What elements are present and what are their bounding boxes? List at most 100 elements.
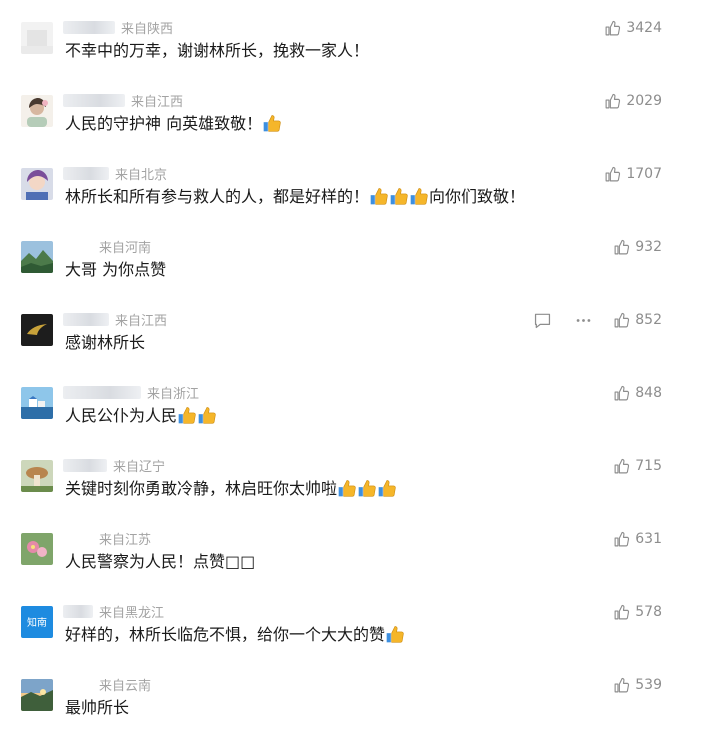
like-count: 539 [635, 677, 662, 693]
like-count: 715 [635, 458, 662, 474]
username-redacted[interactable] [63, 385, 141, 399]
comment-text: 大哥 为你点赞 [65, 259, 166, 281]
comment-text: 林所长和所有参与救人的人，都是好样的！ 向你们致敬！ [65, 186, 525, 208]
thumbs-up-icon [604, 93, 621, 110]
username-redacted[interactable] [63, 312, 109, 326]
comment-list: 来自陕西 不幸中的万幸，谢谢林所长，挽救一家人！ 3424 来自江西 人民的守护神 向英… [0, 0, 704, 718]
portrait-avatar[interactable] [21, 95, 53, 127]
like-count: 852 [635, 312, 662, 328]
comment-item: 来自北京林所长和所有参与救人的人，都是好样的！ 向你们致敬！ 1707 [0, 146, 704, 219]
comment-meta: 来自陕西 [63, 17, 173, 37]
username-redacted[interactable] [63, 93, 125, 107]
thumbs-up-emoji-icon [409, 186, 429, 206]
comment-text: 关键时刻你勇敢冷静，林启旺你太帅啦 [65, 478, 397, 500]
comment-icon[interactable] [533, 312, 552, 329]
comment-meta: 来自辽宁 [63, 455, 165, 475]
comment-location: 来自陕西 [121, 21, 174, 37]
flower-avatar[interactable] [21, 533, 53, 565]
comment-location: 来自河南 [99, 240, 152, 256]
comment-location: 来自辽宁 [113, 459, 166, 475]
comment-body: 关键时刻你勇敢冷静，林启旺你太帅啦 [65, 479, 338, 498]
mushroom-avatar[interactable] [21, 460, 53, 492]
blue-logo-avatar[interactable]: 知南 [21, 606, 53, 638]
comment-body: 大哥 为你点赞 [65, 260, 167, 279]
comment-body: 人民公仆为人民 [65, 406, 178, 425]
thumbs-up-emoji-icon [385, 624, 405, 644]
comment-text: 最帅所长 [65, 697, 129, 719]
comment-meta: 来自河南 [63, 236, 151, 256]
thumbs-up-icon [604, 20, 621, 37]
more-icon[interactable] [574, 312, 593, 329]
thumbs-up-emoji-icon [177, 405, 197, 425]
comment-meta: 来自江苏 [63, 528, 151, 548]
like-count: 631 [635, 531, 662, 547]
comment-suffix: □□ [225, 552, 256, 571]
comment-text: 感谢林所长 [65, 332, 145, 354]
like-button[interactable]: 578 [613, 601, 662, 623]
coastal-town-avatar[interactable] [21, 387, 53, 419]
like-button[interactable]: 1707 [604, 163, 662, 185]
comment-body: 最帅所长 [65, 698, 130, 717]
comment-item: 来自陕西不幸中的万幸，谢谢林所长，挽救一家人！ 3424 [0, 0, 704, 73]
thumbs-up-emoji-icon [377, 478, 397, 498]
comment-item: 知南 来自黑龙江好样的，林所长临危不惧，给你一个大大的赞 578 [0, 584, 704, 657]
like-count: 2029 [626, 93, 662, 109]
like-count: 848 [635, 385, 662, 401]
comment-meta: 来自云南 [63, 674, 151, 694]
comment-text: 人民警察为人民！点赞□□ [65, 551, 255, 573]
comment-location: 来自云南 [99, 678, 152, 694]
anime-avatar[interactable] [21, 168, 53, 200]
comment-body: 林所长和所有参与救人的人，都是好样的！ [65, 187, 370, 206]
comment-item: 来自云南最帅所长 539 [0, 657, 704, 730]
comment-item: 来自辽宁关键时刻你勇敢冷静，林启旺你太帅啦 715 [0, 438, 704, 511]
landscape-avatar[interactable] [21, 241, 53, 273]
thumbs-up-emoji-icon [337, 478, 357, 498]
comment-meta: 来自江西 [63, 309, 167, 329]
like-button[interactable]: 539 [613, 674, 662, 696]
comment-meta: 来自江西 [63, 90, 183, 110]
comment-location: 来自江苏 [99, 532, 152, 548]
thumbs-up-icon [604, 166, 621, 183]
comment-text: 人民的守护神 向英雄致敬！ [65, 113, 282, 135]
username-redacted[interactable] [63, 20, 115, 34]
username-redacted[interactable] [63, 458, 107, 472]
sunset-avatar[interactable] [21, 679, 53, 711]
comment-location: 来自北京 [115, 167, 168, 183]
blurred-avatar[interactable] [21, 22, 53, 54]
thumbs-up-icon [613, 531, 630, 548]
comment-body: 好样的，林所长临危不惧，给你一个大大的赞 [65, 625, 386, 644]
like-button[interactable]: 715 [613, 455, 662, 477]
comment-text: 好样的，林所长临危不惧，给你一个大大的赞 [65, 624, 405, 646]
avatar-logo-text: 知南 [27, 616, 47, 629]
thumbs-up-icon [613, 312, 630, 329]
like-button[interactable]: 852 [613, 309, 662, 331]
like-count: 932 [635, 239, 662, 255]
comment-meta: 来自北京 [63, 163, 167, 183]
like-button[interactable]: 848 [613, 382, 662, 404]
thumbs-up-icon [613, 385, 630, 402]
comment-item: 来自浙江人民公仆为人民 848 [0, 365, 704, 438]
comment-body: 不幸中的万幸，谢谢林所长，挽救一家人！ [65, 41, 370, 60]
comment-body: 人民警察为人民！点赞 [65, 552, 226, 571]
thumbs-up-icon [613, 239, 630, 256]
comment-suffix: 向你们致敬！ [429, 187, 526, 206]
like-button[interactable]: 631 [613, 528, 662, 550]
comment-item: 来自河南大哥 为你点赞 932 [0, 219, 704, 292]
comment-actions [533, 309, 593, 331]
like-button[interactable]: 2029 [604, 90, 662, 112]
comment-meta: 来自黑龙江 [63, 601, 164, 621]
comment-text: 不幸中的万幸，谢谢林所长，挽救一家人！ [65, 40, 369, 62]
username-redacted[interactable] [63, 604, 93, 618]
comment-item: 来自江西感谢林所长 852 [0, 292, 704, 365]
like-button[interactable]: 932 [613, 236, 662, 258]
comment-location: 来自浙江 [147, 386, 200, 402]
username-redacted[interactable] [63, 166, 109, 180]
thumbs-up-emoji-icon [389, 186, 409, 206]
comment-location: 来自江西 [131, 94, 184, 110]
dark-logo-avatar[interactable] [21, 314, 53, 346]
thumbs-up-icon [613, 677, 630, 694]
like-button[interactable]: 3424 [604, 17, 662, 39]
comment-location: 来自黑龙江 [99, 605, 165, 621]
comment-body: 人民的守护神 向英雄致敬！ [65, 114, 263, 133]
comment-item: 来自江苏人民警察为人民！点赞□□ 631 [0, 511, 704, 584]
